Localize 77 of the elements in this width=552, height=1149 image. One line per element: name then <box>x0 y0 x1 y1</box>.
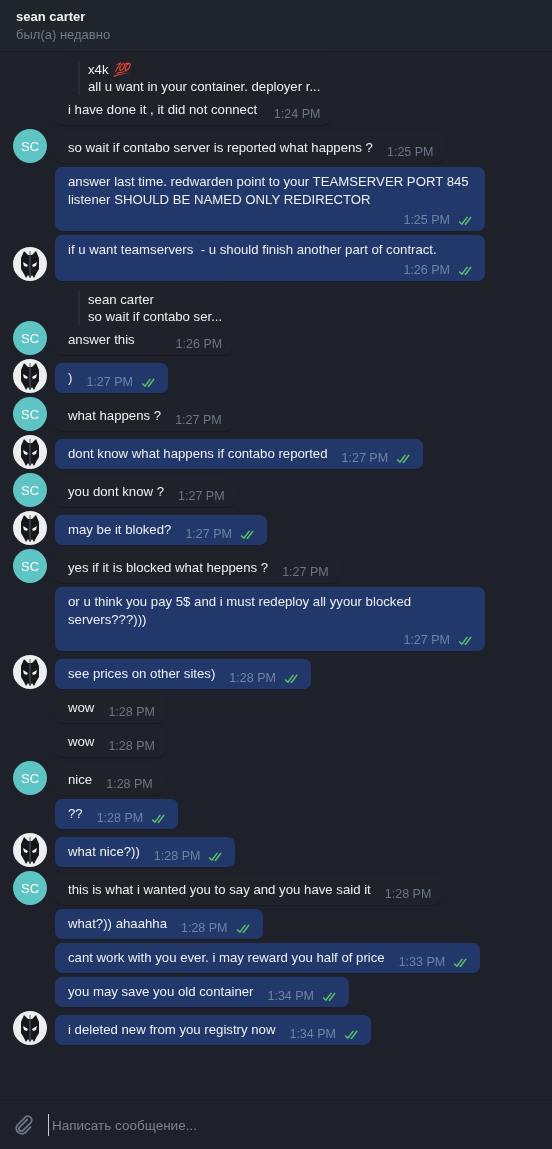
last-seen-status: был(а) недавно <box>16 26 112 44</box>
message-time: 1:24 PM <box>273 106 321 122</box>
outgoing-message-bubble[interactable]: if u want teamservers - u should finish another part of contract. 1:26 PM <box>55 235 485 281</box>
message-text: ) <box>68 369 73 387</box>
message-time: 1:25 PM <box>403 212 450 228</box>
message-text: see prices on other sites) <box>68 665 216 683</box>
reply-quote[interactable]: sean carter so wait if contabo ser... <box>78 291 223 325</box>
mask-avatar-icon[interactable] <box>13 833 47 867</box>
message-time: 1:28 PM <box>106 776 153 792</box>
message-text: wow <box>68 733 95 751</box>
outgoing-message-bubble[interactable]: may be it bloked? 1:27 PM <box>55 515 267 545</box>
reply-quote[interactable]: x4k 💯 all u want in your container. deployer r... <box>78 61 321 95</box>
message-time: 1:27 PM <box>341 450 389 466</box>
outgoing-message-bubble[interactable]: ?? 1:28 PM <box>55 799 179 829</box>
mask-avatar-icon[interactable] <box>13 435 47 469</box>
outgoing-message-bubble[interactable]: cant work with you ever. i may reward you half of price 1:33 PM <box>55 943 481 973</box>
outgoing-message-bubble[interactable]: what nice?)) 1:28 PM <box>55 837 236 867</box>
outgoing-message-bubble[interactable]: answer last time. redwarden point to your TEAMSERVER PORT 845 listener SHOULD BE NAMED ONLY REDIRECTOR 1:25 PM <box>55 167 485 231</box>
mask-avatar-icon[interactable] <box>13 655 47 689</box>
message-text: answer this <box>68 331 135 349</box>
outgoing-message-bubble[interactable]: ) 1:27 PM <box>55 363 168 393</box>
message-text: dont know what happens if contabo reported <box>68 445 328 463</box>
message-text: wow <box>68 699 95 717</box>
message-time: 1:28 PM <box>108 738 155 754</box>
emoji: 💯 <box>112 61 129 78</box>
outgoing-message-bubble[interactable]: i deleted new from you registry now 1:34 PM <box>55 1015 371 1045</box>
message-input-field[interactable]: Написать сообщение... <box>48 1114 532 1136</box>
message-text: may be it bloked? <box>68 521 172 539</box>
reply-author: sean carter <box>88 291 154 308</box>
outgoing-message-bubble[interactable]: or u think you pay 5$ and i must redeploy all yyour blocked servers???))) 1:27 PM <box>55 587 485 651</box>
message-time: 1:28 PM <box>153 848 201 864</box>
message-time: 1:34 PM <box>289 1026 336 1042</box>
attach-icon[interactable] <box>13 1114 35 1136</box>
message-text: this is what i wanted you to say and you have said it <box>68 881 371 899</box>
message-time: 1:28 PM <box>181 920 228 936</box>
mask-avatar-icon[interactable] <box>13 247 47 281</box>
message-text: what nice?)) <box>68 843 140 861</box>
outgoing-message-bubble[interactable]: dont know what happens if contabo reported 1:27 PM <box>55 439 424 469</box>
message-time: 1:27 PM <box>86 374 133 390</box>
message-text: ?? <box>68 805 83 823</box>
message-text: answer last time. redwarden point to your TEAMSERVER PORT 845 listener SHOULD BE NAMED ONLY REDIRECTOR <box>68 173 470 209</box>
message-text: you may save you old container <box>68 983 254 1001</box>
message-text: nice <box>68 771 93 789</box>
mask-avatar-icon[interactable] <box>13 1011 47 1045</box>
message-time: 1:33 PM <box>398 954 446 970</box>
message-time: 1:34 PM <box>267 988 315 1004</box>
reply-text: all u want in your container. deployer r... <box>88 78 321 95</box>
message-text: what happens ? <box>68 407 162 425</box>
message-text: if u want teamservers - u should finish another part of contract. <box>68 241 437 259</box>
message-text: yes if it is blocked what heppens ? <box>68 559 269 577</box>
message-time: 1:25 PM <box>386 144 434 160</box>
message-text: what?)) ahaahha <box>68 915 167 933</box>
message-time: 1:28 PM <box>96 810 144 826</box>
message-time: 1:28 PM <box>108 704 155 720</box>
message-time: 1:27 PM <box>185 526 232 542</box>
reply-text: so wait if contabo ser... <box>88 308 223 325</box>
message-text: i have done it , it did not connect <box>68 101 258 119</box>
message-time: 1:28 PM <box>384 886 432 902</box>
message-time: 1:27 PM <box>175 412 222 428</box>
message-time: 1:27 PM <box>178 488 225 504</box>
message-time: 1:27 PM <box>282 564 329 580</box>
reply-author: x4k <box>88 61 109 78</box>
message-text: or u think you pay 5$ and i must redeploy all yyour blocked servers???))) <box>68 593 413 629</box>
mask-avatar-icon[interactable] <box>13 511 47 545</box>
message-text: i deleted new from you registry now <box>68 1021 276 1039</box>
mask-avatar-icon[interactable] <box>13 359 47 393</box>
outgoing-message-bubble[interactable]: you may save you old container 1:34 PM <box>55 977 350 1007</box>
outgoing-message-bubble[interactable]: see prices on other sites) 1:28 PM <box>55 659 311 689</box>
message-time: 1:28 PM <box>229 670 276 686</box>
message-text: cant work with you ever. i may reward you half of price <box>68 949 385 967</box>
message-time: 1:27 PM <box>403 632 450 648</box>
message-text: so wait if contabo server is reported what happens ? <box>68 139 373 157</box>
message-time: 1:26 PM <box>175 336 223 352</box>
chat-title[interactable]: sean carter <box>16 8 536 25</box>
outgoing-message-bubble[interactable]: what?)) ahaahha 1:28 PM <box>55 909 263 939</box>
message-time: 1:26 PM <box>403 262 450 278</box>
message-text: you dont know ? <box>68 483 165 501</box>
